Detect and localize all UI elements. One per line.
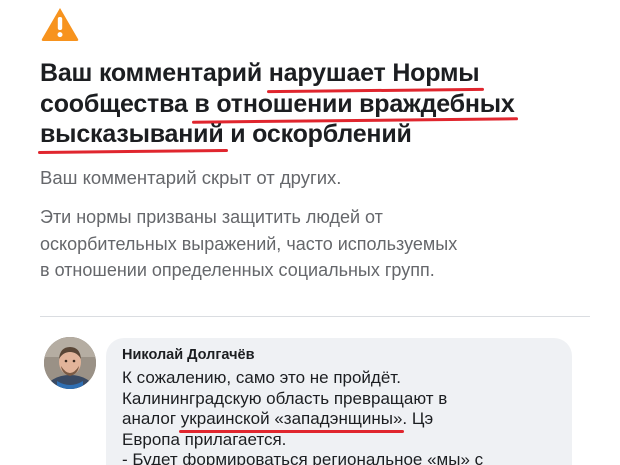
- hidden-notice: Ваш комментарий скрыт от других.: [40, 167, 342, 188]
- headline-text: Ваш комментарий: [40, 59, 269, 87]
- comment-text: К сожалению, само это не пройдёт. Калини…: [122, 368, 562, 465]
- comment-highlight: украинской «западэнщины»: [178, 409, 405, 432]
- violation-headline: Ваш комментарий нарушает Нормы сообществ…: [40, 58, 600, 150]
- comment-line: Европа прилагается.: [122, 429, 287, 449]
- comment-line: К сожалению, само это не пройдёт.: [122, 368, 401, 387]
- headline-highlight: в отношении враждебных: [194, 89, 515, 118]
- explanation-line: Эти нормы призваны защитить людей от: [40, 207, 383, 227]
- divider: [40, 316, 590, 317]
- explanation-line: в отношении определенных социальных груп…: [40, 260, 435, 280]
- explanation-line: оскорбительных выражений, часто использу…: [40, 233, 458, 254]
- comment-author[interactable]: Николай Долгачёв: [122, 347, 255, 363]
- comment-line-part: аналог: [122, 409, 181, 428]
- avatar-photo: [44, 337, 96, 389]
- comment-line: Калининградскую область превращают в: [122, 388, 448, 408]
- avatar[interactable]: [44, 337, 96, 389]
- headline-highlight: нарушает Нормы: [268, 59, 480, 87]
- headline-text: и оскорблений: [223, 120, 412, 148]
- policy-explanation: Эти нормы призваны защитить людей от оск…: [40, 204, 600, 284]
- comment-line-part: . Цэ: [402, 409, 434, 428]
- headline-highlight: высказываний: [40, 120, 224, 148]
- headline-text: сообщества: [40, 89, 195, 118]
- comment-line: - Будет формироваться региональное «мы» …: [122, 450, 484, 465]
- moderation-notice-page: Ваш комментарий нарушает Нормы сообществ…: [0, 0, 620, 465]
- warning-triangle-icon: [41, 8, 79, 41]
